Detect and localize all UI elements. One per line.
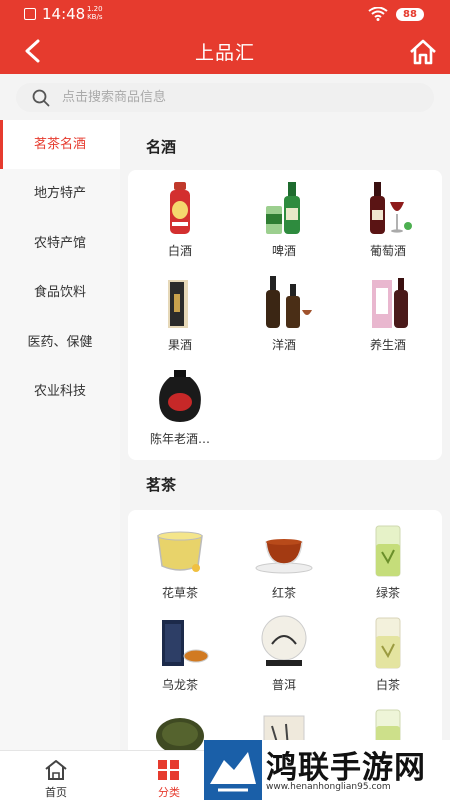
category-icon [158,760,179,780]
sidebar-item-agri-products[interactable]: 农特产馆 [0,219,120,268]
sidebar-item-tea-wine[interactable]: 茗茶名酒 [0,120,120,170]
section-title-tea: 茗茶 [146,476,177,494]
category-item-label: 白茶 [375,678,400,692]
tab-category-label: 分类 [158,786,180,799]
flower-tea-icon [157,531,203,572]
liquor-icon [266,276,312,328]
category-item-label: 洋酒 [271,338,296,352]
search-bar[interactable] [16,83,434,112]
category-item-grape-wine[interactable]: 葡萄酒 [336,180,440,259]
category-item-label: 红茶 [271,586,296,600]
tab-category[interactable]: 分类 [139,751,199,800]
home-icon [45,760,67,780]
oolong-tea-icon [162,620,209,666]
aged-wine-jar-icon [159,370,201,422]
category-item-label: 普洱 [271,678,296,692]
white-tea-icon [375,617,401,669]
category-item-label: 果酒 [167,338,192,352]
category-item-black-tea[interactable]: 红茶 [232,522,336,601]
green-tea-icon [375,525,401,577]
category-item-white-tea[interactable]: 白茶 [336,614,440,693]
category-item-label: 绿茶 [375,586,400,600]
category-item-label: 养生酒 [369,338,406,352]
wine-icon [370,182,412,234]
page-title: 上品汇 [194,42,255,64]
sim-icon [24,8,36,20]
puer-tea-icon [261,615,307,666]
speed-unit: KB/s [87,13,103,21]
fruit-wine-icon [168,280,188,328]
category-item-label: 啤酒 [271,244,296,258]
health-wine-icon [372,278,408,328]
search-icon [32,89,50,107]
category-item-baijiu[interactable]: 白酒 [128,180,232,259]
watermark-logo-icon [204,740,262,800]
wifi-icon [368,7,388,21]
sidebar-item-agri-tech[interactable]: 农业科技 [0,367,120,416]
home-button-icon[interactable] [408,38,438,66]
category-item-label: 葡萄酒 [369,244,406,258]
speed-value: 1.20 [87,5,103,13]
sidebar-item-health[interactable]: 医药、保健 [0,318,120,367]
sidebar-item-food-drinks[interactable]: 食品饮料 [0,268,120,317]
tab-home[interactable]: 首页 [26,751,86,800]
category-item-label: 陈年老酒… [149,432,210,446]
section-title-wine: 名酒 [146,138,177,156]
top-bar: 14:48 1.20 KB/s 88 上品汇 [0,0,450,74]
beer-icon [266,182,300,234]
category-item-label: 花草茶 [161,586,198,600]
category-item-green-tea[interactable]: 绿茶 [336,522,440,601]
watermark-text: 鸿联手游网 [266,750,426,786]
status-bar: 14:48 1.20 KB/s 88 [0,0,450,28]
category-item-puer[interactable]: 普洱 [232,614,336,693]
category-item-label: 乌龙茶 [161,678,198,692]
watermark-url: www.henanhonglian95.com [266,782,391,792]
black-tea-icon [255,539,313,574]
category-content: 名酒 白酒 啤酒 葡萄酒 果酒 洋酒 养生酒 陈年老酒… 茗茶 花草茶 红茶 绿… [120,120,450,750]
watermark: 鸿联手游网 www.henanhonglian95.com [204,740,450,800]
category-sidebar: 茗茶名酒 地方特产 农特产馆 食品饮料 医药、保健 农业科技 [0,120,120,750]
tea-leaves-icon [156,718,204,750]
category-item-foreign-liquor[interactable]: 洋酒 [232,274,336,353]
category-item-beer[interactable]: 啤酒 [232,180,336,259]
network-speed: 1.20 KB/s [87,5,103,21]
category-item-health-wine[interactable]: 养生酒 [336,274,440,353]
tea-card: 花草茶 红茶 绿茶 乌龙茶 普洱 白茶 [128,510,442,750]
sidebar-item-local-specialties[interactable]: 地方特产 [0,169,120,218]
category-item-aged-wine[interactable]: 陈年老酒… [128,368,232,447]
category-item-flower-tea[interactable]: 花草茶 [128,522,232,601]
status-time: 14:48 [42,5,86,23]
battery-indicator: 88 [396,8,424,21]
baijiu-bottle-icon [170,182,190,234]
search-input[interactable] [62,87,412,108]
category-item-label: 白酒 [167,244,192,258]
tab-home-label: 首页 [45,786,67,799]
category-item-fruit-wine[interactable]: 果酒 [128,274,232,353]
category-item-oolong[interactable]: 乌龙茶 [128,614,232,693]
wine-card: 白酒 啤酒 葡萄酒 果酒 洋酒 养生酒 陈年老酒… [128,170,442,460]
